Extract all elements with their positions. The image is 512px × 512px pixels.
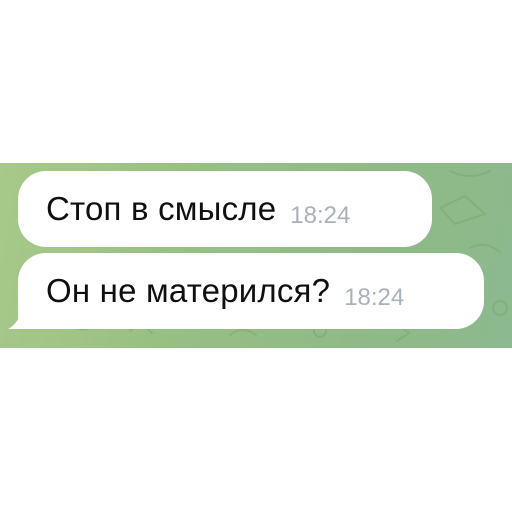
- message-timestamp: 18:24: [290, 202, 351, 229]
- message-text: Он не матерился?: [46, 272, 331, 309]
- screenshot-canvas: Стоп в смысле 18:24 Он не матерился? 18:…: [0, 0, 512, 512]
- message-bubble[interactable]: Стоп в смысле 18:24: [18, 171, 432, 247]
- message-bubble[interactable]: Он не матерился? 18:24: [18, 253, 484, 329]
- message-timestamp: 18:24: [344, 284, 405, 311]
- message-text: Стоп в смысле: [46, 190, 277, 227]
